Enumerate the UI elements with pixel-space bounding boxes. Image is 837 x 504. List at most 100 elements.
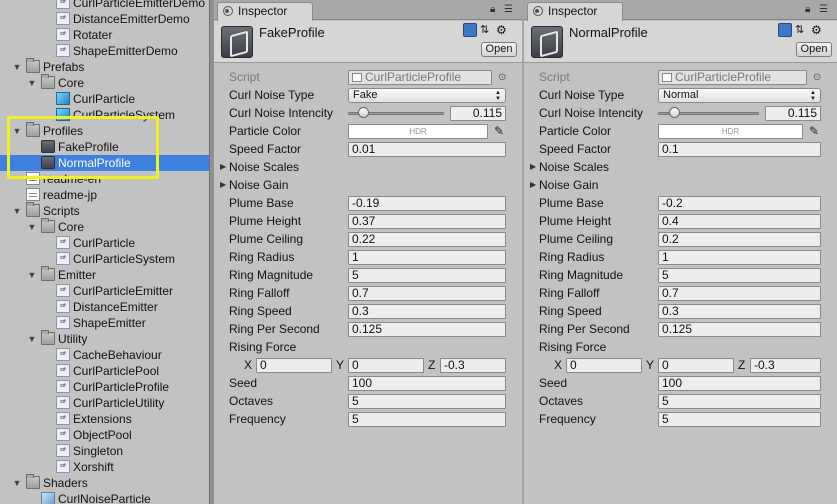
curl-noise-type-dropdown[interactable]: Normal ▲▼: [658, 88, 821, 103]
project-tree-item[interactable]: c# CurlParticleEmitter: [0, 283, 209, 299]
preset-sliders-icon[interactable]: ⇅: [795, 23, 809, 37]
project-tree-item[interactable]: c# DistanceEmitterDemo: [0, 11, 209, 27]
foldout-triangle-icon[interactable]: ▼: [27, 75, 37, 91]
octaves-field[interactable]: 5: [658, 394, 821, 409]
plume-height-field[interactable]: 0.4: [658, 214, 821, 229]
foldout-triangle-icon[interactable]: ▼: [12, 59, 22, 75]
settings-gear-icon[interactable]: ⚙: [496, 23, 510, 37]
rising-force-y-field[interactable]: 0: [658, 358, 734, 373]
foldout-triangle-icon[interactable]: ▼: [27, 267, 37, 283]
project-tree-item[interactable]: readme-jp: [0, 187, 209, 203]
intencity-slider[interactable]: [658, 105, 759, 121]
object-picker-icon[interactable]: ⊙: [813, 73, 823, 83]
rising-force-z-field[interactable]: -0.3: [750, 358, 821, 373]
panel-menu-icon[interactable]: ☰: [504, 4, 513, 15]
ring-falloff-field[interactable]: 0.7: [658, 286, 821, 301]
seed-field[interactable]: 100: [658, 376, 821, 391]
project-tree-item[interactable]: c# CacheBehaviour: [0, 347, 209, 363]
project-tree-item[interactable]: c# Singleton: [0, 443, 209, 459]
project-tree-item[interactable]: c# ShapeEmitter: [0, 315, 209, 331]
project-tree-item[interactable]: ▼ Shaders: [0, 474, 209, 491]
frequency-field[interactable]: 5: [348, 412, 506, 427]
intencity-value-field[interactable]: 0.115: [765, 106, 821, 121]
foldout-triangle-icon[interactable]: ▼: [27, 219, 37, 235]
scrollbar[interactable]: [827, 63, 837, 504]
help-book-icon[interactable]: [778, 23, 792, 37]
speed-factor-field[interactable]: 0.01: [348, 142, 506, 157]
ring-speed-field[interactable]: 0.3: [658, 304, 821, 319]
eyedropper-icon[interactable]: ✎: [807, 124, 821, 138]
foldout-arrow-icon[interactable]: ▶: [530, 159, 538, 175]
ring-per-second-field[interactable]: 0.125: [348, 322, 506, 337]
rising-force-x-field[interactable]: 0: [256, 358, 332, 373]
project-tree-item[interactable]: c# CurlParticlePool: [0, 363, 209, 379]
ring-radius-field[interactable]: 1: [658, 250, 821, 265]
project-tree-item[interactable]: c# CurlParticleSystem: [0, 251, 209, 267]
frequency-field[interactable]: 5: [658, 412, 821, 427]
settings-gear-icon[interactable]: ⚙: [811, 23, 825, 37]
rising-force-x-field[interactable]: 0: [566, 358, 642, 373]
open-button[interactable]: Open: [796, 42, 832, 57]
ring-per-second-field[interactable]: 0.125: [658, 322, 821, 337]
project-tree-item[interactable]: ▼ Utility: [0, 330, 209, 347]
project-tree-item[interactable]: ▼ Core: [0, 74, 209, 91]
slider-knob[interactable]: [668, 107, 680, 118]
project-tree-item[interactable]: ▼ Emitter: [0, 266, 209, 283]
project-tree-item[interactable]: ▼ Prefabs: [0, 58, 209, 75]
help-book-icon[interactable]: [463, 23, 477, 37]
rising-force-z-field[interactable]: -0.3: [440, 358, 506, 373]
eyedropper-icon[interactable]: ✎: [492, 124, 506, 138]
ring-falloff-field[interactable]: 0.7: [348, 286, 506, 301]
open-button[interactable]: Open: [481, 42, 517, 57]
plume-height-field[interactable]: 0.37: [348, 214, 506, 229]
foldout-arrow-icon[interactable]: ▶: [530, 177, 538, 193]
project-tree-item[interactable]: c# Xorshift: [0, 459, 209, 475]
project-tree-item[interactable]: c# ShapeEmitterDemo: [0, 43, 209, 59]
script-object-field[interactable]: CurlParticleProfile: [348, 70, 492, 85]
project-tree-item[interactable]: c# DistanceEmitter: [0, 299, 209, 315]
lock-icon[interactable]: 🔒︎: [805, 4, 810, 15]
panel-menu-icon[interactable]: ☰: [819, 4, 828, 15]
plume-base-field[interactable]: -0.19: [348, 196, 506, 211]
particle-color-field[interactable]: HDR: [348, 124, 488, 139]
script-object-field[interactable]: CurlParticleProfile: [658, 70, 807, 85]
plume-base-field[interactable]: -0.2: [658, 196, 821, 211]
project-tree-item[interactable]: c# CurlParticleEmitterDemo: [0, 0, 209, 11]
plume-ceiling-field[interactable]: 0.22: [348, 232, 506, 247]
ring-radius-field[interactable]: 1: [348, 250, 506, 265]
intencity-value-field[interactable]: 0.115: [450, 106, 506, 121]
project-tree-item[interactable]: c# CurlParticle: [0, 235, 209, 251]
ring-magnitude-field[interactable]: 5: [658, 268, 821, 283]
foldout-arrow-icon[interactable]: ▶: [220, 159, 228, 175]
object-picker-icon[interactable]: ⊙: [498, 73, 508, 83]
preset-sliders-icon[interactable]: ⇅: [480, 23, 494, 37]
project-tree-item[interactable]: c# Extensions: [0, 411, 209, 427]
rising-force-y-field[interactable]: 0: [348, 358, 424, 373]
scrollbar[interactable]: [512, 63, 522, 504]
project-tree-item[interactable]: c# CurlParticleProfile: [0, 379, 209, 395]
foldout-triangle-icon[interactable]: ▼: [27, 331, 37, 347]
speed-factor-field[interactable]: 0.1: [658, 142, 821, 157]
ring-speed-field[interactable]: 0.3: [348, 304, 506, 319]
intencity-slider[interactable]: [348, 105, 444, 121]
ring-magnitude-field[interactable]: 5: [348, 268, 506, 283]
seed-field[interactable]: 100: [348, 376, 506, 391]
project-tree-item[interactable]: ▼ Scripts: [0, 202, 209, 219]
project-tree-item[interactable]: ▼ Core: [0, 218, 209, 235]
octaves-field[interactable]: 5: [348, 394, 506, 409]
plume-ceiling-field[interactable]: 0.2: [658, 232, 821, 247]
foldout-arrow-icon[interactable]: ▶: [220, 177, 228, 193]
project-tree-item[interactable]: c# ObjectPool: [0, 427, 209, 443]
foldout-triangle-icon[interactable]: ▼: [12, 475, 22, 491]
tab-inspector[interactable]: Inspector: [527, 2, 623, 21]
curl-noise-type-dropdown[interactable]: Fake ▲▼: [348, 88, 506, 103]
particle-color-field[interactable]: HDR: [658, 124, 803, 139]
project-tree-item[interactable]: c# CurlParticleUtility: [0, 395, 209, 411]
foldout-triangle-icon[interactable]: ▼: [12, 203, 22, 219]
lock-icon[interactable]: 🔒︎: [490, 4, 495, 15]
project-tree-item[interactable]: c# Rotater: [0, 27, 209, 43]
project-tree-item[interactable]: CurlNoiseParticle: [0, 491, 209, 504]
project-tree-item[interactable]: CurlParticle: [0, 91, 209, 107]
slider-knob[interactable]: [358, 107, 370, 118]
tab-inspector[interactable]: Inspector: [217, 2, 313, 21]
